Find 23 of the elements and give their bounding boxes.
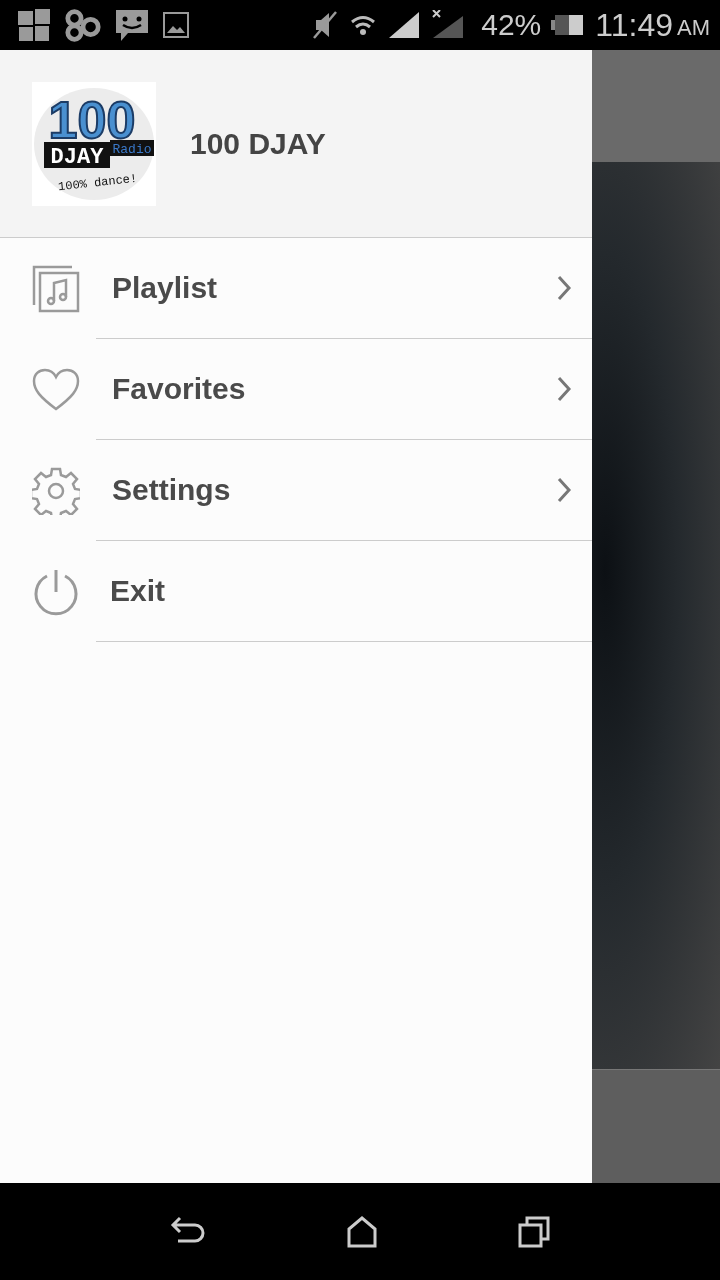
no-signal-icon [431,10,466,40]
menu-item[interactable]: Exit [0,541,592,642]
muted-speaker-icon [311,10,340,40]
image-icon [162,11,190,39]
settings-icon [32,466,80,515]
menu-item[interactable]: Favorites [0,339,592,440]
power-icon [32,567,80,616]
station-logo: 100 DJAY Radio 100% dance! [32,81,156,206]
heart-icon [32,367,80,412]
signal-icon [387,10,422,40]
menu-item[interactable]: Settings [0,440,592,541]
clock-meridiem: AM [677,14,710,41]
menu-item[interactable]: Playlist [0,238,592,339]
battery-icon [551,13,586,37]
clock: 11:49 [595,6,673,44]
loops-icon [64,7,102,43]
recent-apps-icon[interactable] [517,1215,550,1248]
smiley-message-icon [114,7,150,43]
patchwork-icon [16,7,52,43]
music-playlist-icon [32,264,80,313]
battery-percentage: 42% [481,8,542,42]
home-icon[interactable] [347,1215,377,1248]
station-name: 100 DJAY [190,126,326,161]
